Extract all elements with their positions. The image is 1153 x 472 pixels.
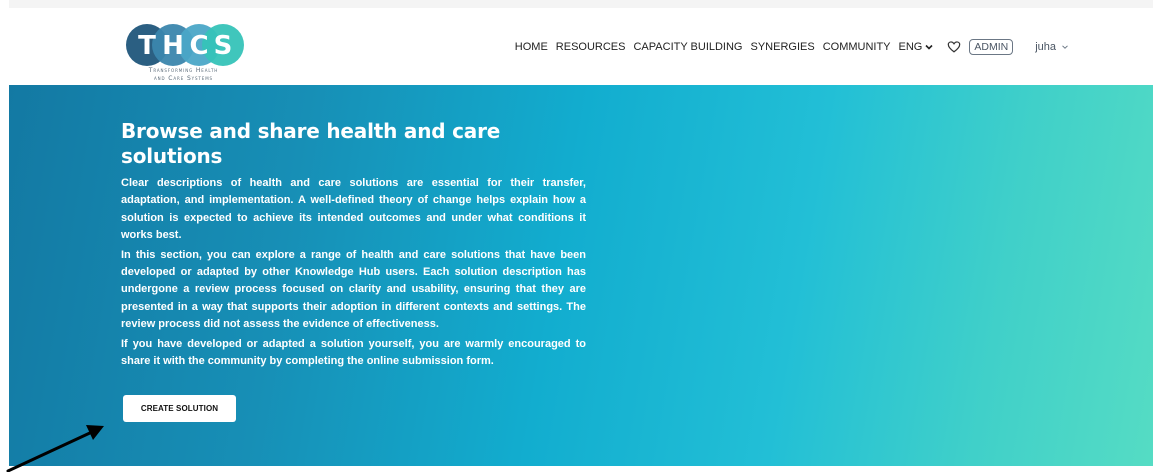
thcs-logo[interactable]: T H C S Transforming Health and Care Sys… — [121, 23, 246, 85]
main-nav: HOME RESOURCES CAPACITY BUILDING SYNERGI… — [511, 35, 1069, 59]
user-menu[interactable]: juha — [1035, 41, 1069, 53]
hero-content: Browse and share health and care solutio… — [121, 119, 586, 372]
top-strip — [9, 0, 1153, 8]
nav-capacity-building[interactable]: CAPACITY BUILDING — [629, 41, 746, 53]
hero-banner: Browse and share health and care solutio… — [9, 85, 1153, 466]
logo-letter-h: H — [162, 31, 184, 61]
admin-badge[interactable]: ADMIN — [969, 39, 1014, 55]
site-header: T H C S Transforming Health and Care Sys… — [9, 8, 1153, 85]
thcs-logo-icon: T H C S — [126, 24, 244, 66]
logo-tagline-line1: Transforming Health — [148, 67, 219, 74]
hero-paragraph-2: In this section, you can explore a range… — [121, 248, 586, 331]
create-solution-button[interactable]: CREATE SOLUTION — [123, 395, 236, 422]
heart-icon[interactable] — [947, 40, 961, 54]
chevron-down-icon — [925, 44, 933, 50]
chevron-down-icon — [1062, 45, 1068, 49]
page-title: Browse and share health and care solutio… — [121, 119, 501, 168]
logo-tagline-line2: and Care Systems — [153, 75, 213, 82]
logo-letter-t: T — [138, 31, 156, 61]
hero-paragraph-1: Clear descriptions of health and care so… — [121, 177, 586, 242]
bottom-strip — [9, 466, 1153, 472]
page: T H C S Transforming Health and Care Sys… — [0, 0, 1153, 472]
nav-home[interactable]: HOME — [511, 41, 552, 53]
logo-tagline: Transforming Health and Care Systems — [121, 67, 246, 83]
logo-letter-s: S — [214, 31, 233, 61]
nav-resources[interactable]: RESOURCES — [552, 41, 630, 53]
language-label: ENG — [898, 41, 923, 53]
nav-community[interactable]: COMMUNITY — [819, 41, 895, 53]
hero-paragraph-3: If you have developed or adapted a solut… — [121, 337, 586, 368]
language-selector[interactable]: ENG — [895, 41, 938, 53]
user-name: juha — [1035, 41, 1056, 53]
logo-letter-c: C — [189, 31, 208, 61]
nav-synergies[interactable]: SYNERGIES — [747, 41, 819, 53]
